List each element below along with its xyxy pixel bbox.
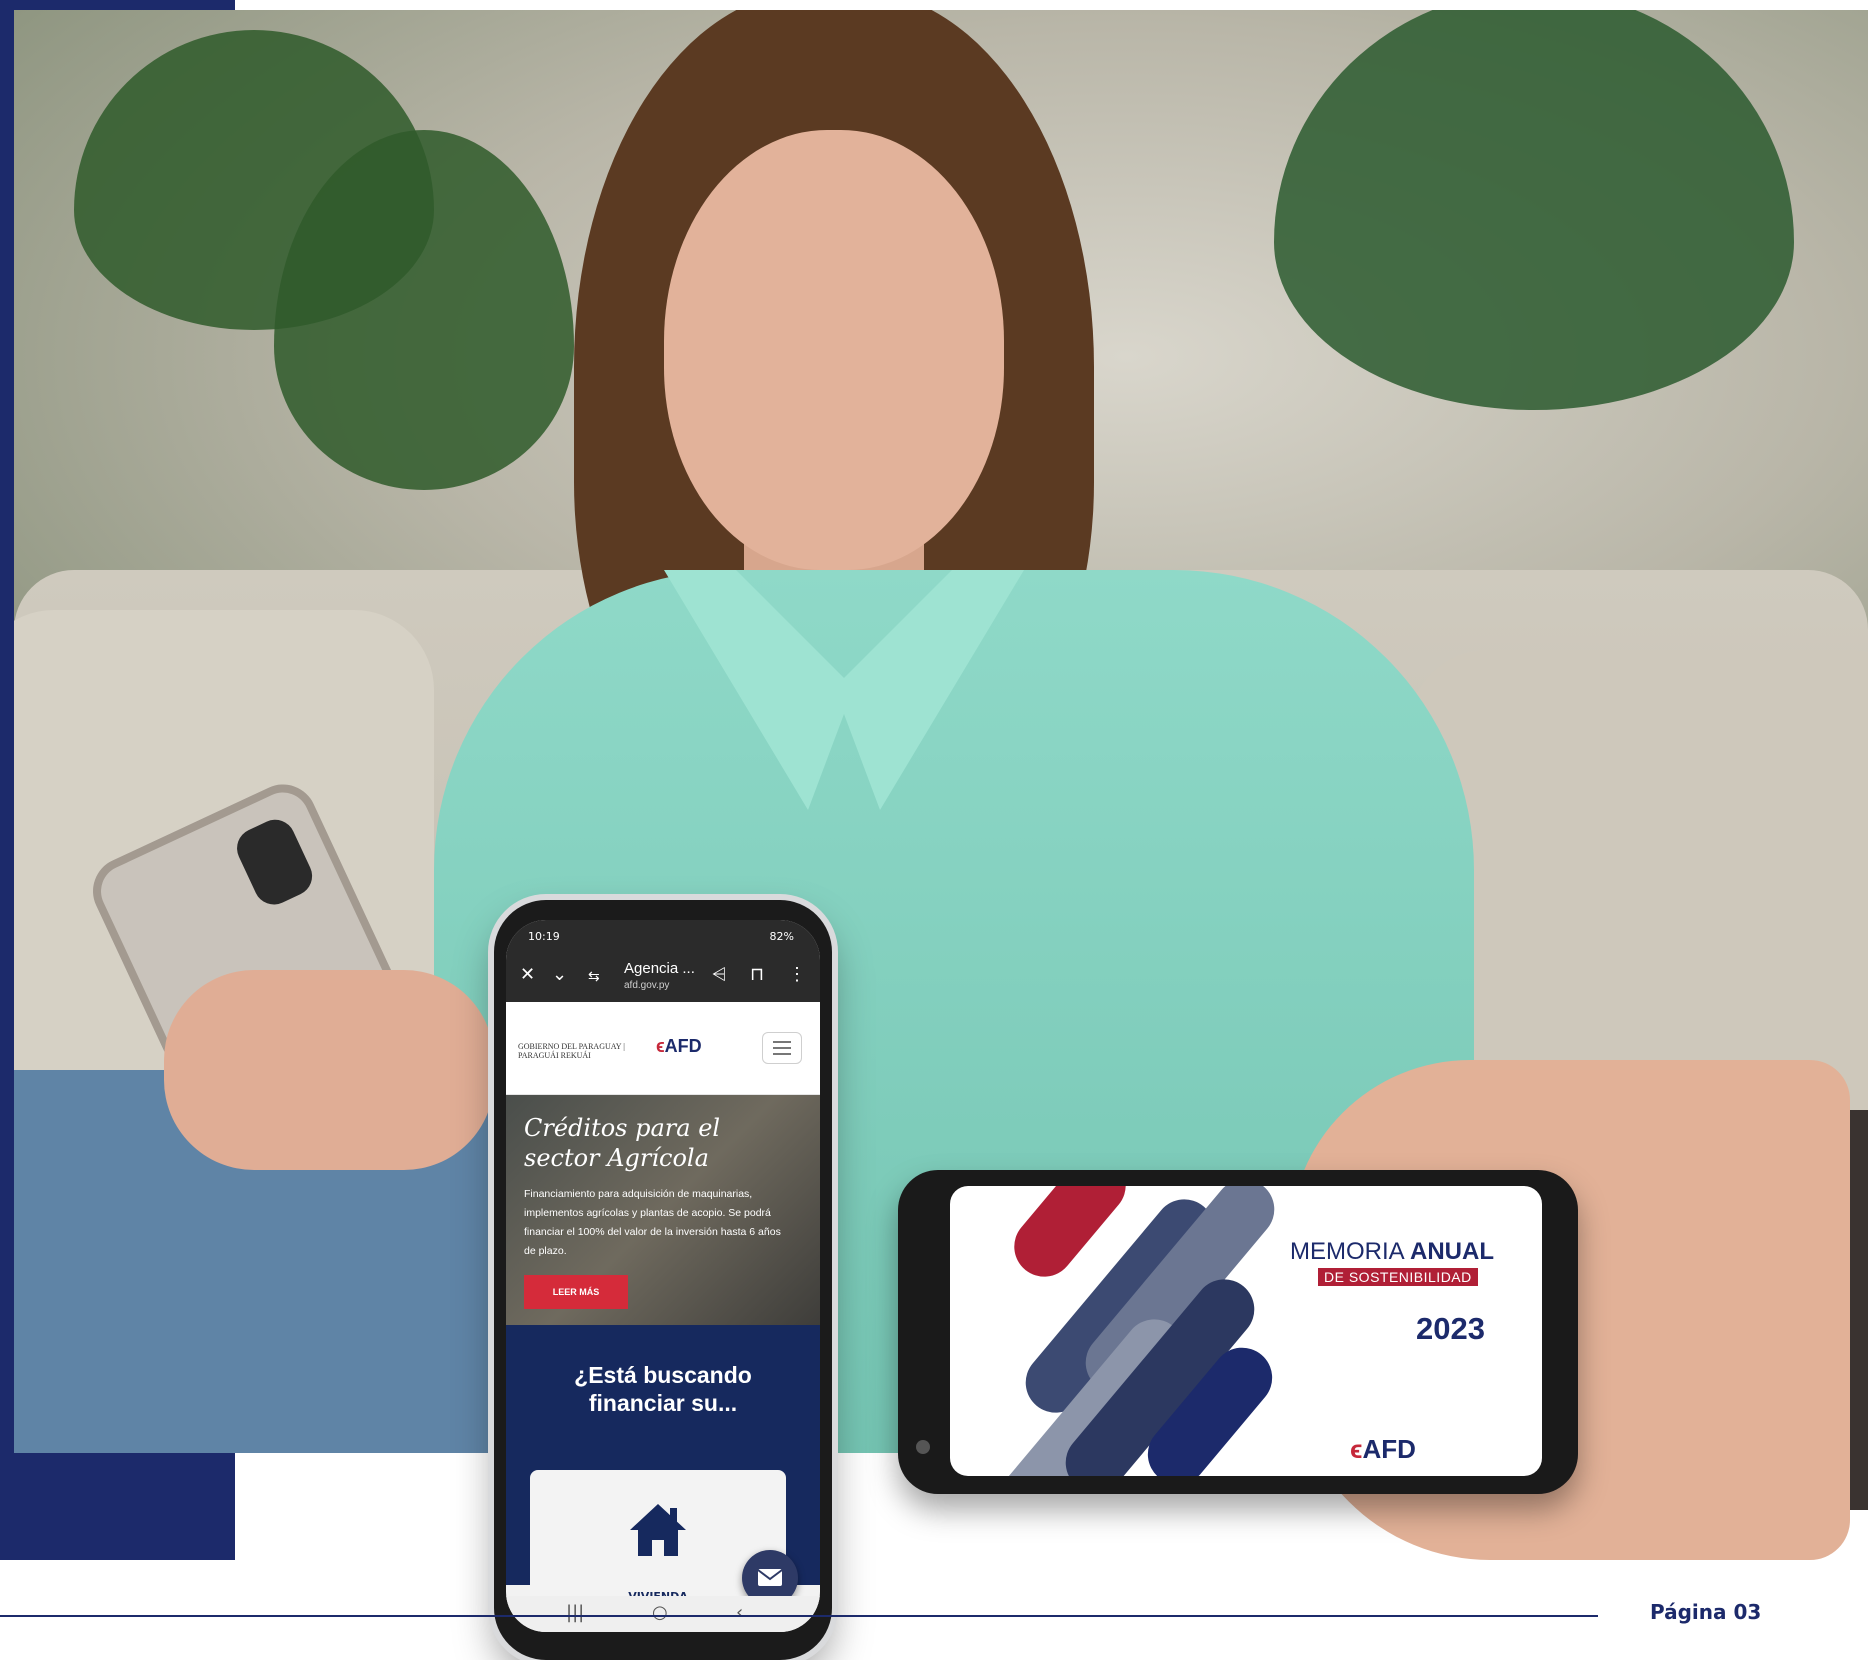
back-icon[interactable]: ‹	[736, 1602, 743, 1623]
phone-mockup-website: 10:19 82% ✕ ⌄ ⇆ Agencia ... afd.gov.py ⩤…	[494, 900, 832, 1660]
phone-screen: 10:19 82% ✕ ⌄ ⇆ Agencia ... afd.gov.py ⩤…	[506, 920, 820, 1632]
chevron-down-icon[interactable]: ⌄	[552, 964, 567, 985]
afd-logo-text: AFD	[1362, 1434, 1416, 1464]
browser-url: afd.gov.py	[624, 980, 670, 991]
status-bar: 10:19 82%	[506, 920, 820, 954]
page-number: Página 03	[1650, 1600, 1762, 1624]
battery-level: 82%	[769, 930, 794, 943]
phone-mockup-report: MEMORIA ANUAL DE SOSTENIBILIDAD 2023 ϵAF…	[898, 1170, 1578, 1494]
camera-icon	[916, 1440, 930, 1454]
share-icon[interactable]: ⩤	[712, 964, 726, 985]
site-settings-icon[interactable]: ⇆	[588, 968, 600, 985]
banner-title: Créditos para el sector Agrícola	[524, 1114, 721, 1172]
report-title-prefix: MEMORIA	[1290, 1238, 1411, 1265]
agri-credit-banner: Créditos para el sector Agrícola Financi…	[506, 1095, 820, 1325]
plant-leaf	[1274, 10, 1794, 410]
home-button-icon[interactable]: ○	[652, 1602, 668, 1623]
status-time: 10:19	[528, 930, 560, 943]
android-nav-bar: ||| ○ ‹	[506, 1596, 820, 1632]
woman-hands	[164, 970, 494, 1170]
browser-page-title: Agencia ...	[624, 960, 695, 977]
home-icon	[630, 1504, 686, 1556]
report-subtitle: DE SOSTENIBILIDAD	[1318, 1268, 1478, 1286]
recent-apps-icon[interactable]: |||	[566, 1602, 584, 1623]
close-icon[interactable]: ✕	[520, 964, 535, 985]
report-cover-screen: MEMORIA ANUAL DE SOSTENIBILIDAD 2023 ϵAF…	[950, 1186, 1542, 1476]
site-header: GOBIERNO DEL PARAGUAY | PARAGUÁI REKUÁI …	[506, 1002, 820, 1095]
report-title: MEMORIA ANUAL	[1290, 1238, 1494, 1266]
more-menu-icon[interactable]: ⋮	[788, 964, 806, 985]
report-year: 2023	[1416, 1311, 1485, 1346]
financing-cta-section: ¿Está buscando financiar su... VIVIENDA	[506, 1325, 820, 1610]
bookmark-icon[interactable]: ⊓	[750, 964, 764, 985]
report-title-bold: ANUAL	[1410, 1238, 1495, 1265]
afd-logo[interactable]: ϵAFD	[656, 1036, 702, 1057]
gov-logo: GOBIERNO DEL PARAGUAY | PARAGUÁI REKUÁI	[518, 1042, 625, 1060]
footer-rule	[0, 1615, 1598, 1617]
hamburger-menu-icon[interactable]	[762, 1032, 802, 1064]
leer-mas-button[interactable]: LEER MÁS	[524, 1275, 628, 1309]
banner-text: Financiamiento para adquisición de maqui…	[524, 1188, 781, 1257]
browser-toolbar: ✕ ⌄ ⇆ Agencia ... afd.gov.py ⩤ ⊓ ⋮	[506, 954, 820, 1002]
cta-title: ¿Está buscando financiar su...	[574, 1362, 752, 1416]
afd-logo-text: AFD	[664, 1036, 702, 1056]
woman-face	[664, 130, 1004, 570]
camera-icon	[230, 813, 319, 912]
afd-logo-mark: ϵ	[1350, 1434, 1363, 1464]
afd-logo: ϵAFD	[1350, 1434, 1416, 1465]
afd-logo-mark: ϵ	[656, 1036, 665, 1056]
